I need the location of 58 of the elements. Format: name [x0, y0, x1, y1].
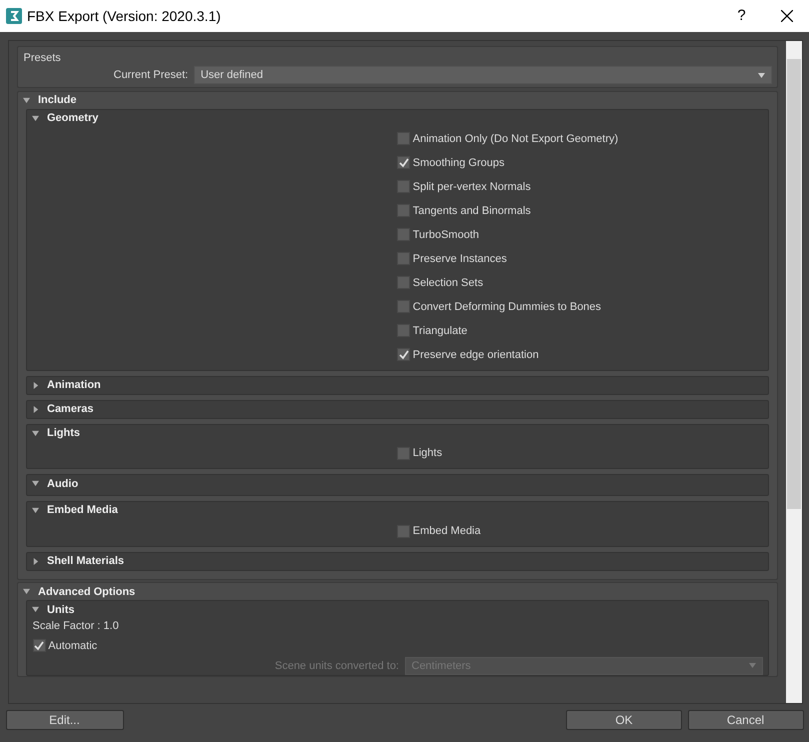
section-title[interactable]: Audio: [47, 476, 78, 492]
checkbox[interactable]: [397, 180, 410, 194]
caret-icon[interactable]: [23, 96, 30, 104]
window-title: FBX Export (Version: 2020.3.1): [27, 6, 222, 26]
caret-icon[interactable]: [32, 480, 39, 488]
checkbox[interactable]: [397, 276, 410, 290]
section-title[interactable]: Lights: [47, 424, 80, 442]
caret-icon: [758, 72, 764, 78]
caret-icon[interactable]: [32, 382, 39, 388]
checkbox[interactable]: [397, 324, 410, 338]
scrollbar[interactable]: [786, 41, 802, 703]
checkbox[interactable]: [397, 447, 410, 460]
checkbox-label: Tangents and Binormals: [412, 204, 531, 218]
caret-icon[interactable]: [32, 558, 39, 565]
section-title[interactable]: Embed Media: [47, 502, 118, 519]
checkbox[interactable]: [397, 524, 410, 538]
checkbox-label: Smoothing Groups: [412, 156, 504, 170]
dialog-button[interactable]: OK: [566, 710, 682, 730]
close-icon: [780, 10, 792, 22]
checkbox-label: Convert Deforming Dummies to Bones: [412, 300, 602, 314]
checkbox[interactable]: [397, 228, 410, 242]
checkbox-label: TurboSmooth: [412, 228, 479, 242]
caret-icon: [748, 663, 756, 668]
dialog-button[interactable]: Edit...: [6, 710, 124, 730]
checkbox-label: Split per-vertex Normals: [412, 180, 531, 194]
section-title[interactable]: Cameras: [47, 400, 94, 418]
checkbox-label: Preserve Instances: [412, 252, 507, 266]
preset-dropdown[interactable]: User defined: [194, 66, 772, 84]
checkbox-label: Animation Only (Do Not Export Geometry): [412, 132, 618, 146]
scale-factor-text: Scale Factor : 1.0: [32, 619, 120, 634]
group-title: Presets: [24, 50, 62, 66]
section-title[interactable]: Shell Materials: [47, 553, 124, 570]
section-title[interactable]: Advanced Options: [38, 584, 136, 600]
field-label: Scene units converted to:: [274, 658, 399, 674]
caret-icon[interactable]: [32, 114, 39, 122]
checkbox[interactable]: [397, 252, 410, 266]
section-title[interactable]: Geometry: [47, 110, 98, 126]
checkbox-label: Embed Media: [412, 524, 481, 539]
checkbox-label: Preserve edge orientation: [412, 348, 539, 362]
checkbox[interactable]: [397, 300, 410, 314]
app-icon: [6, 8, 22, 24]
field-label: Current Preset:: [114, 68, 188, 83]
section-title[interactable]: Animation: [47, 376, 101, 394]
checkbox[interactable]: [397, 132, 410, 146]
checkbox-label: Automatic: [48, 638, 98, 654]
help-button[interactable]: ?: [719, 0, 764, 32]
caret-icon[interactable]: [32, 507, 39, 514]
checkbox-label: Lights: [412, 446, 442, 462]
checkbox[interactable]: [397, 348, 410, 362]
section-title[interactable]: Include: [38, 92, 77, 108]
checkbox[interactable]: [397, 156, 410, 170]
checkbox[interactable]: [397, 204, 410, 218]
caret-icon[interactable]: [32, 406, 39, 412]
caret-icon[interactable]: [23, 588, 30, 596]
checkbox-label: Triangulate: [412, 324, 468, 338]
checkbox-label: Selection Sets: [412, 276, 484, 290]
caret-icon[interactable]: [32, 430, 39, 436]
dialog-button[interactable]: Cancel: [688, 710, 804, 730]
